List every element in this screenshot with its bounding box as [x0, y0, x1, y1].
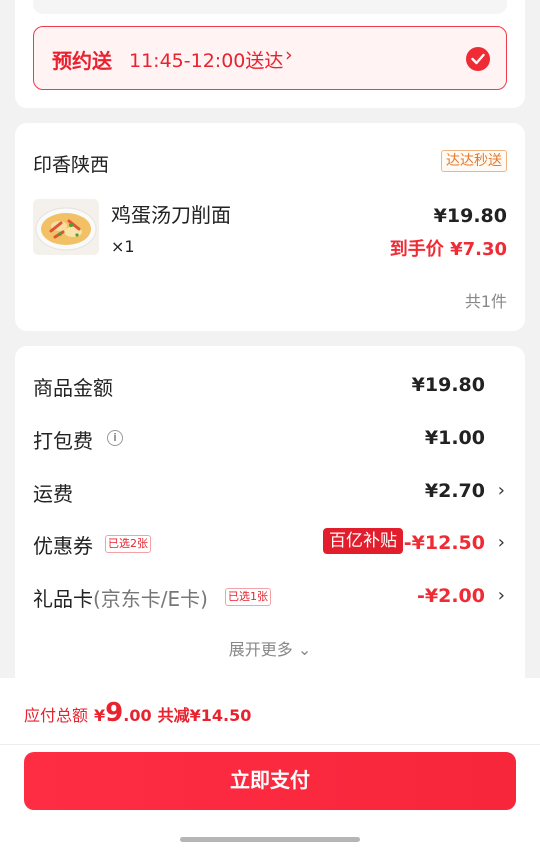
schedule-label: 预约送	[52, 49, 112, 73]
coupon-label: 优惠券	[33, 534, 93, 558]
packing-fee-value: ¥1.00	[424, 427, 485, 449]
delivery-card: 预约送 11:45-12:00送达 ›	[15, 0, 525, 108]
product-name[interactable]: 鸡蛋汤刀削面	[111, 199, 231, 228]
gift-card-label-sub: (京东卡/E卡)	[93, 587, 208, 611]
shipping-fee-label: 运费	[33, 482, 73, 506]
total-label: 应付总额	[24, 706, 89, 725]
total-amount-integer: 9	[105, 698, 124, 728]
gift-card-selected-tag: 已选1张	[225, 588, 271, 606]
item-count: 共1件	[464, 292, 507, 311]
shipping-fee-value: ¥2.70	[424, 480, 485, 502]
coupon-value: -¥12.50	[403, 532, 485, 554]
fees-card: 商品金额 ¥19.80 打包费 i ¥1.00 运费 ¥2.70 › 优惠券 已…	[15, 346, 525, 686]
product-final-price: 到手价 ¥7.30	[389, 239, 507, 260]
store-card: 印香陕西 达达秒送 鸡蛋汤刀削面 ×1 ¥19.80 到手价 ¥7.30 共1件	[15, 123, 525, 331]
info-icon[interactable]: i	[107, 430, 123, 446]
pay-now-button[interactable]: 立即支付	[24, 752, 516, 810]
goods-amount-row: 商品金额 ¥19.80	[15, 370, 525, 400]
delivery-address-panel[interactable]	[33, 0, 507, 14]
total-amount-decimal: .00	[123, 706, 152, 725]
shipping-fee-row[interactable]: 运费 ¥2.70 ›	[15, 476, 525, 506]
gift-card-row[interactable]: 礼品卡(京东卡/E卡) 已选1张 -¥2.00 ›	[15, 581, 525, 611]
gift-card-value: -¥2.00	[417, 585, 485, 607]
packing-fee-row: 打包费 i ¥1.00	[15, 423, 525, 453]
packing-fee-label: 打包费	[33, 429, 93, 453]
total-summary: 应付总额 ¥9.00 共减¥14.50	[24, 698, 251, 738]
divider	[0, 744, 540, 745]
schedule-time: 11:45-12:00送达	[129, 50, 284, 72]
product-image[interactable]	[33, 199, 99, 255]
scheduled-delivery-option[interactable]: 预约送 11:45-12:00送达 ›	[33, 26, 507, 90]
subsidy-badge: 百亿补贴	[323, 528, 403, 554]
coupon-row[interactable]: 优惠券 已选2张 百亿补贴 -¥12.50 ›	[15, 528, 525, 558]
home-indicator[interactable]	[180, 837, 360, 842]
goods-amount-label: 商品金额	[33, 376, 113, 400]
expand-more-button[interactable]: 展开更多 ⌄	[15, 636, 525, 660]
chevron-right-icon: ›	[285, 44, 293, 66]
goods-amount-value: ¥19.80	[411, 374, 485, 396]
product-price: ¥19.80	[433, 205, 507, 227]
chevron-right-icon: ›	[497, 532, 505, 553]
chevron-right-icon: ›	[497, 585, 505, 606]
gift-card-label: 礼品卡(京东卡/E卡)	[33, 587, 208, 611]
store-name: 印香陕西	[33, 154, 110, 176]
checkout-footer: 应付总额 ¥9.00 共减¥14.50 立即支付	[0, 678, 540, 853]
product-quantity: ×1	[111, 237, 135, 256]
check-circle-icon	[466, 47, 490, 71]
total-saved: 共减¥14.50	[157, 706, 252, 725]
delivery-service-badge: 达达秒送	[441, 150, 507, 172]
chevron-right-icon: ›	[497, 480, 505, 501]
currency-symbol: ¥	[94, 706, 106, 725]
coupon-selected-tag: 已选2张	[105, 535, 151, 553]
